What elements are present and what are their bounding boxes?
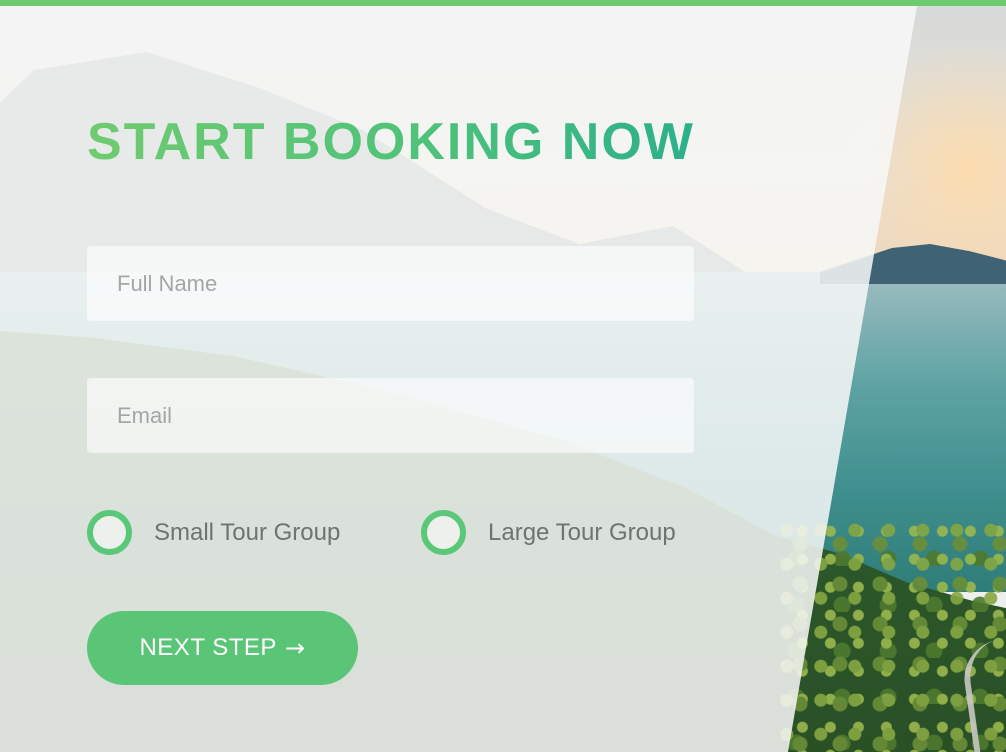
radio-button-circle[interactable] <box>421 510 466 555</box>
top-accent-bar <box>0 0 1006 6</box>
large-tour-group-radio[interactable]: Large Tour Group <box>421 510 676 555</box>
small-tour-group-label: Small Tour Group <box>154 518 341 546</box>
page-title: START BOOKING NOW <box>87 113 695 171</box>
next-step-label: NEXT STEP <box>139 634 277 661</box>
arrow-right-icon: → <box>284 634 306 662</box>
small-tour-group-radio[interactable]: Small Tour Group <box>87 510 340 555</box>
full-name-input[interactable] <box>87 246 694 321</box>
large-tour-group-label: Large Tour Group <box>488 518 676 546</box>
next-step-button[interactable]: NEXT STEP → <box>87 611 358 685</box>
email-input[interactable] <box>87 378 694 453</box>
radio-button-circle[interactable] <box>87 510 132 555</box>
